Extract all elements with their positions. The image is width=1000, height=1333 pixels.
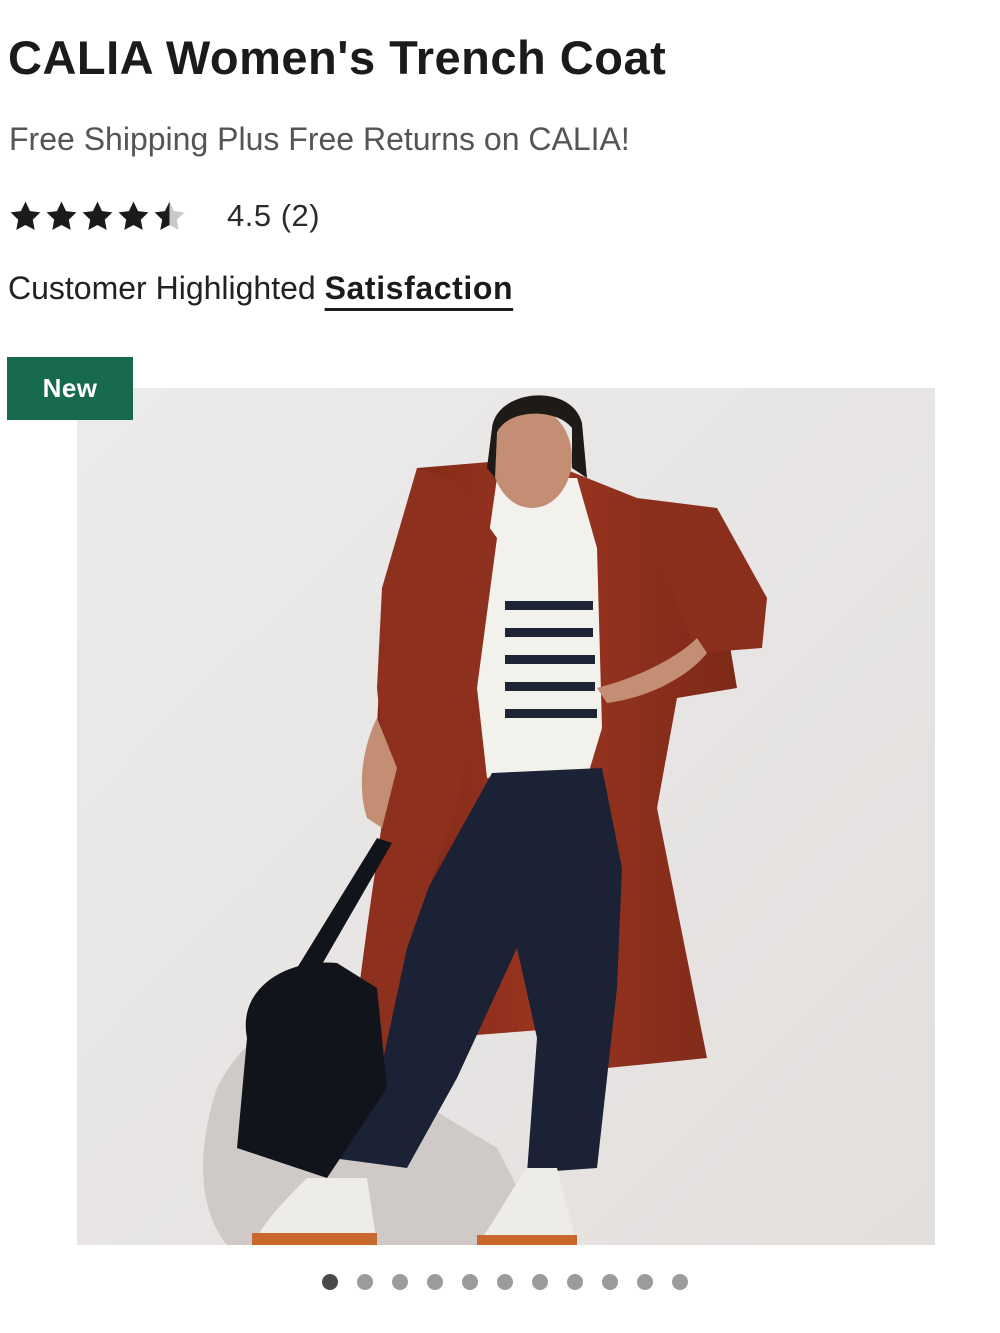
satisfaction-link[interactable]: Satisfaction [325,270,514,306]
carousel-dots [322,1274,688,1290]
product-photo-illustration [77,388,935,1245]
carousel-dot[interactable] [532,1274,548,1290]
product-image[interactable] [77,388,935,1245]
carousel-dot[interactable] [567,1274,583,1290]
rating-text: 4.5 (2) [227,198,321,233]
carousel-dot[interactable] [497,1274,513,1290]
carousel-dot[interactable] [357,1274,373,1290]
carousel-dot[interactable] [462,1274,478,1290]
carousel-dot[interactable] [322,1274,338,1290]
star-full-icon [10,201,41,230]
carousel-dot[interactable] [637,1274,653,1290]
rating-row[interactable]: 4.5 (2) [8,194,320,238]
carousel-dot[interactable] [427,1274,443,1290]
highlight-prefix: Customer Highlighted [8,270,325,306]
star-rating [8,199,187,234]
carousel-dot[interactable] [672,1274,688,1290]
star-half-icon [154,201,185,230]
star-full-icon [82,201,113,230]
new-badge: New [7,357,133,420]
star-full-icon [46,201,77,230]
star-full-icon [118,201,149,230]
customer-highlight: Customer Highlighted Satisfaction [8,270,513,307]
shipping-note: Free Shipping Plus Free Returns on CALIA… [9,121,630,157]
carousel-dot[interactable] [602,1274,618,1290]
carousel-dot[interactable] [392,1274,408,1290]
product-title: CALIA Women's Trench Coat [8,31,667,84]
